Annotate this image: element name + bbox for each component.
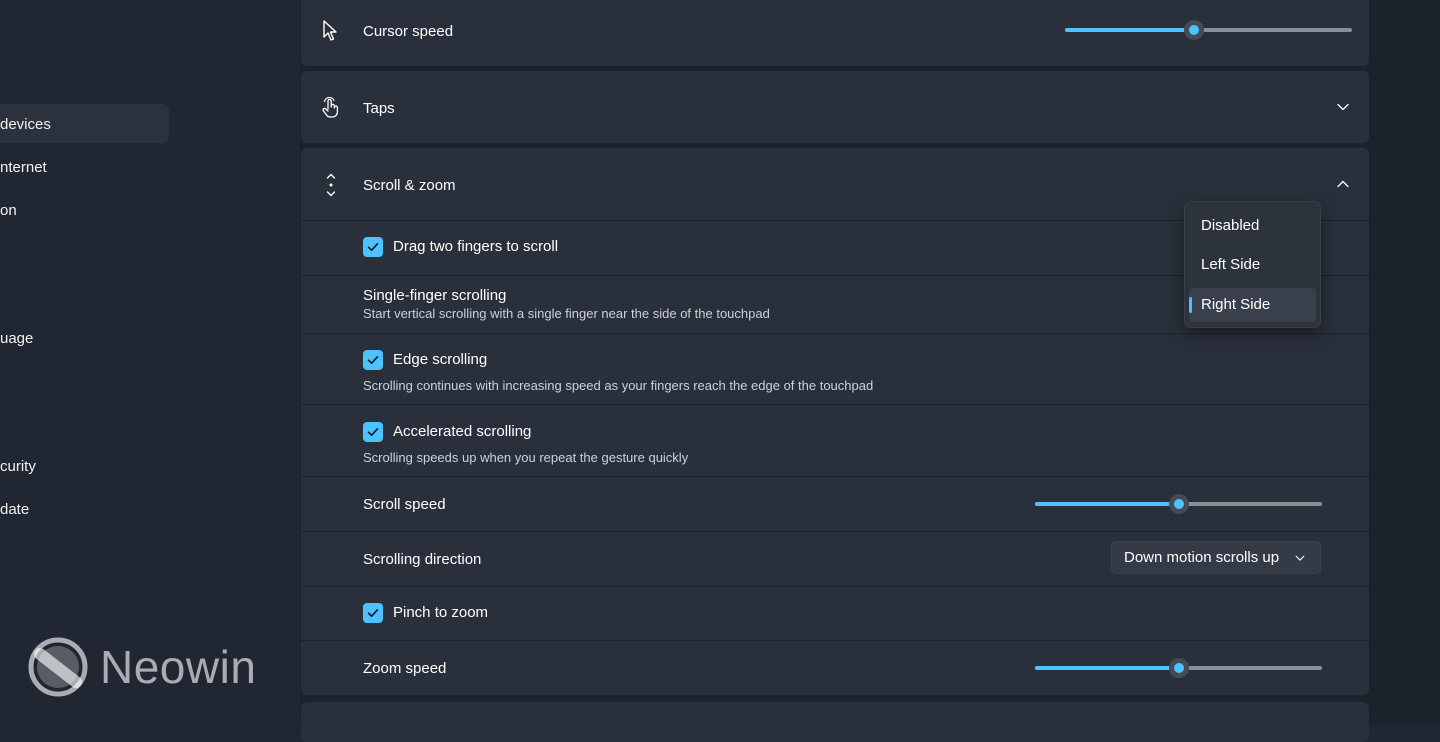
scrolling-direction-value: Down motion scrolls up xyxy=(1124,549,1280,566)
accelerated-scrolling-checkbox[interactable] xyxy=(363,422,383,442)
drag-two-fingers-checkbox[interactable] xyxy=(363,237,383,257)
edge-scrolling-description: Scrolling continues with increasing spee… xyxy=(363,378,874,393)
taps-label: Taps xyxy=(363,100,395,117)
sidebar-item-privacy-security[interactable]: curity xyxy=(0,457,36,477)
edge-scrolling-label: Edge scrolling xyxy=(393,351,488,368)
checkmark-icon xyxy=(367,428,379,436)
sidebar-item-devices[interactable]: devices xyxy=(0,115,51,135)
scroll-zoom-label: Scroll & zoom xyxy=(363,177,456,194)
scroll-arrows-icon xyxy=(326,173,336,197)
cursor-speed-label: Cursor speed xyxy=(363,23,454,40)
edge-scrolling-checkbox[interactable] xyxy=(363,350,383,370)
sidebar-item-windows-update[interactable]: date xyxy=(0,500,29,520)
scroll-speed-slider[interactable] xyxy=(1035,494,1322,514)
single-finger-options-menu: Disabled Left Side Right Side xyxy=(1184,201,1321,328)
checkmark-icon xyxy=(367,609,379,617)
accelerated-scrolling-label: Accelerated scrolling xyxy=(393,423,532,440)
chevron-down-icon[interactable] xyxy=(1336,100,1350,114)
scroll-speed-label: Scroll speed xyxy=(363,496,446,513)
cursor-icon xyxy=(323,20,337,41)
menu-selected-indicator xyxy=(1189,297,1192,313)
slider-fill xyxy=(1035,502,1179,506)
sidebar: devices nternet on uage curity date Neow… xyxy=(0,0,300,724)
menu-option-left-side[interactable]: Left Side xyxy=(1201,255,1260,275)
checkmark-icon xyxy=(367,356,379,364)
neowin-watermark: Neowin xyxy=(100,641,257,693)
accelerated-scrolling-description: Scrolling speeds up when you repeat the … xyxy=(363,450,689,465)
neowin-logo-icon xyxy=(28,637,88,697)
pinch-to-zoom-checkbox[interactable] xyxy=(363,603,383,623)
tap-hand-icon xyxy=(322,97,339,118)
menu-option-disabled[interactable]: Disabled xyxy=(1201,216,1259,236)
single-finger-label: Single-finger scrolling xyxy=(363,287,507,304)
pinch-to-zoom-label: Pinch to zoom xyxy=(393,604,489,621)
sidebar-item-time-language[interactable]: uage xyxy=(0,329,33,349)
next-card xyxy=(301,702,1369,742)
chevron-down-icon xyxy=(1295,555,1305,561)
chevron-up-icon[interactable] xyxy=(1336,177,1350,191)
cursor-speed-slider[interactable] xyxy=(1065,20,1352,40)
slider-thumb[interactable] xyxy=(1168,494,1189,514)
zoom-speed-slider[interactable] xyxy=(1035,658,1322,678)
menu-option-right-side[interactable]: Right Side xyxy=(1201,295,1270,315)
sidebar-item-personalization[interactable]: on xyxy=(0,201,17,221)
checkmark-icon xyxy=(367,243,379,251)
drag-two-fingers-label: Drag two fingers to scroll xyxy=(393,238,559,255)
slider-thumb[interactable] xyxy=(1168,658,1189,678)
taps-card[interactable] xyxy=(301,71,1369,143)
scrolling-direction-label: Scrolling direction xyxy=(363,551,482,568)
scrolling-direction-dropdown[interactable]: Down motion scrolls up xyxy=(1111,541,1321,574)
slider-fill xyxy=(1065,28,1195,32)
sidebar-item-network-internet[interactable]: nternet xyxy=(0,158,47,178)
slider-thumb[interactable] xyxy=(1184,20,1205,40)
single-finger-description: Start vertical scrolling with a single f… xyxy=(363,306,770,321)
slider-fill xyxy=(1035,666,1179,670)
zoom-speed-label: Zoom speed xyxy=(363,660,447,677)
